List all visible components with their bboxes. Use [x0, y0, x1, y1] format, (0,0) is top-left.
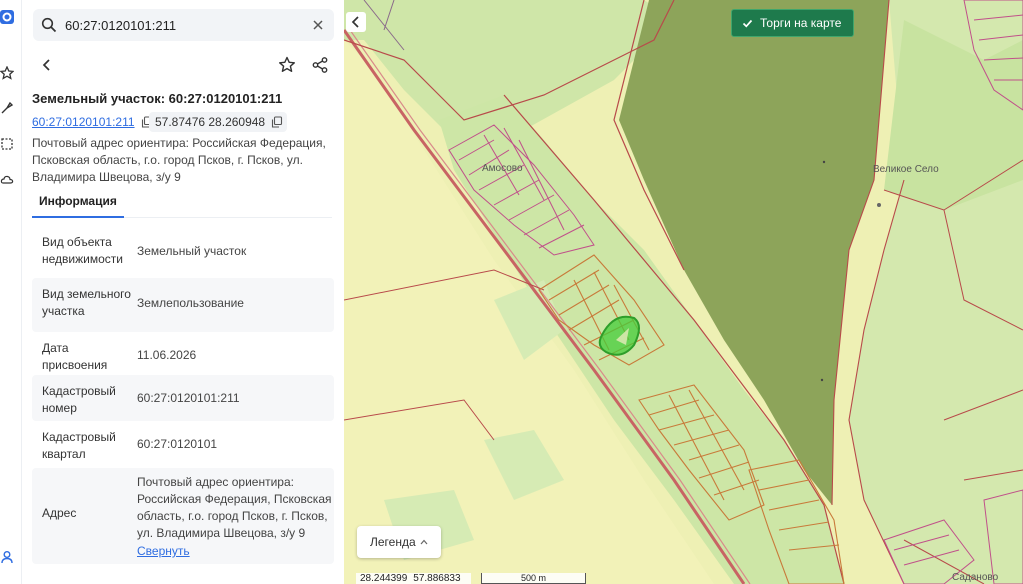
- cursor-lon: 28.244399: [360, 573, 408, 584]
- details-value: 11.06.2026: [137, 348, 197, 362]
- coordinates-text: 57.87476 28.260948: [155, 115, 266, 129]
- clear-search-icon[interactable]: [310, 17, 326, 33]
- tab-information[interactable]: Информация: [32, 190, 124, 218]
- details-value: 60:27:0120101: [137, 437, 218, 451]
- chevron-up-icon: [420, 539, 428, 545]
- details-value-block: Почтовый адрес ориентира: Российская Фед…: [137, 474, 332, 560]
- scale-bar: 500 m: [481, 573, 586, 584]
- details-row: Кадастровый квартал 60:27:0120101: [32, 421, 334, 468]
- map-place-label: Великое Село: [873, 164, 939, 175]
- tools-icon[interactable]: [0, 101, 14, 115]
- collapse-panel-icon[interactable]: [346, 12, 366, 32]
- details-key: Дата присвоения: [42, 341, 108, 372]
- copy-icon[interactable]: [271, 116, 283, 128]
- cloud-icon[interactable]: [0, 173, 14, 187]
- auction-toggle-button[interactable]: Торги на карте: [731, 9, 855, 37]
- check-icon: [742, 19, 753, 28]
- favorites-icon[interactable]: [0, 66, 14, 80]
- legend-button[interactable]: Легенда: [357, 526, 441, 558]
- details-key: Вид земельного участка: [42, 287, 131, 318]
- details-table: Вид объекта недвижимости Земельный участ…: [32, 226, 334, 564]
- auction-label: Торги на карте: [760, 16, 842, 30]
- cursor-coordinates: 28.244399 57.886833: [356, 573, 471, 584]
- search-bar: [33, 9, 334, 41]
- map-place-label: Амосово: [482, 163, 523, 174]
- cursor-lat: 57.886833: [413, 573, 461, 584]
- details-row: Дата присвоения 11.06.2026: [32, 332, 334, 375]
- object-panel: Земельный участок: 60:27:0120101:211 60:…: [22, 0, 344, 584]
- details-key: Кадастровый номер: [42, 384, 116, 415]
- coordinates-chip[interactable]: 57.87476 28.260948: [149, 112, 288, 132]
- details-key: Вид объекта недвижимости: [42, 235, 123, 266]
- details-value: Почтовый адрес ориентира: Российская Фед…: [137, 475, 332, 540]
- search-icon: [41, 17, 57, 33]
- parcel-title: Земельный участок: 60:27:0120101:211: [32, 91, 283, 106]
- details-row: Вид объекта недвижимости Земельный участ…: [32, 226, 334, 278]
- share-icon[interactable]: [310, 55, 330, 75]
- map-place-label: Саданово: [952, 572, 999, 583]
- details-value: Земельный участок: [137, 244, 247, 258]
- details-value: Землепользование: [137, 296, 244, 310]
- logo-icon[interactable]: [0, 10, 14, 24]
- details-row: Кадастровый номер 60:27:0120101:211: [32, 375, 334, 421]
- panel-tabs: Информация: [32, 190, 332, 218]
- details-row: Адрес Почтовый адрес ориентира: Российск…: [32, 468, 334, 564]
- select-area-icon[interactable]: [0, 137, 14, 151]
- parcel-address: Почтовый адрес ориентира: Российская Фед…: [32, 136, 326, 184]
- details-key: Кадастровый квартал: [42, 430, 116, 461]
- left-rail: [0, 0, 22, 584]
- search-input[interactable]: [65, 15, 305, 35]
- panel-toolbar: [22, 50, 344, 80]
- map-canvas[interactable]: [344, 0, 1023, 584]
- star-icon[interactable]: [277, 55, 297, 75]
- cadastral-number-link[interactable]: 60:27:0120101:211: [32, 112, 157, 132]
- legend-label: Легенда: [370, 535, 416, 549]
- details-key: Адрес: [42, 506, 77, 520]
- details-row: Вид земельного участка Землепользование: [32, 278, 334, 332]
- cadastral-number-text: 60:27:0120101:211: [32, 115, 135, 129]
- app-root: Земельный участок: 60:27:0120101:211 60:…: [0, 0, 1023, 584]
- map-view[interactable]: Амосово Великое Село Саданово Торги на к…: [344, 0, 1023, 584]
- details-value: 60:27:0120101:211: [137, 391, 240, 405]
- collapse-link[interactable]: Свернуть: [137, 543, 332, 560]
- user-icon[interactable]: [0, 550, 14, 564]
- back-arrow-icon[interactable]: [38, 56, 56, 74]
